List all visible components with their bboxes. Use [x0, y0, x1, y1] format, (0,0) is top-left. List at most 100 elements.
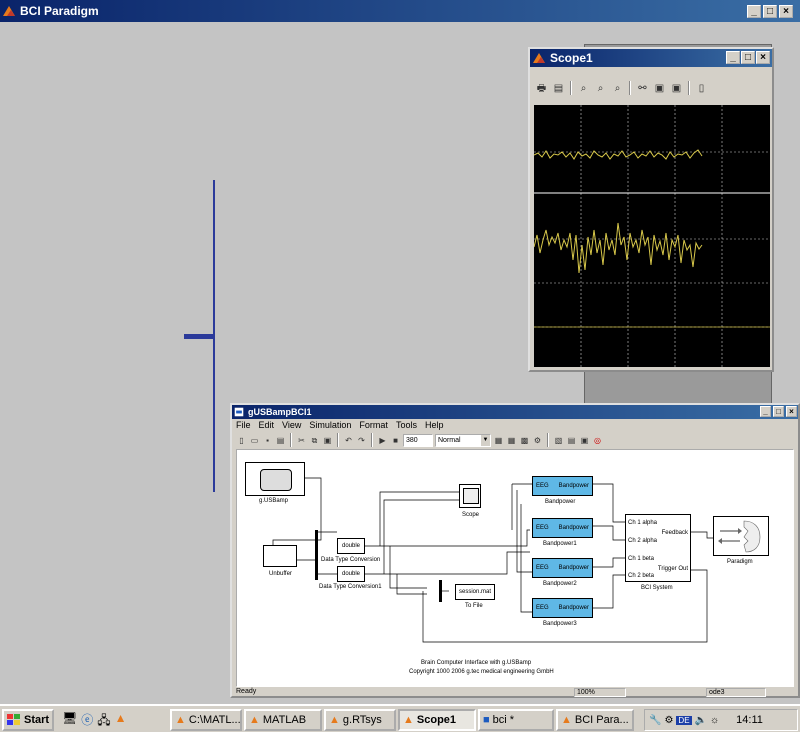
status-bar: Ready 100% ode3 [232, 687, 798, 698]
dtc1-label: Data Type Conversion [321, 557, 381, 563]
network-icon[interactable]: 🖧 [97, 711, 110, 732]
menu-view[interactable]: View [282, 420, 301, 430]
menu-simulation[interactable]: Simulation [309, 420, 351, 430]
simulation-mode-value: Normal [438, 436, 461, 444]
cut-icon[interactable]: ✂ [296, 433, 307, 448]
desktop-icon[interactable]: 🖥 [62, 711, 77, 732]
double-block-1[interactable]: double [337, 538, 365, 554]
paradigm-block[interactable] [713, 516, 769, 556]
explorer-icon[interactable]: ⓔ [81, 711, 93, 732]
simulation-mode-select[interactable]: Normal ▼ [435, 433, 491, 447]
task-scope1[interactable]: ▲ Scope1 [398, 709, 476, 731]
bandpower-label-0: Bandpower [545, 499, 576, 505]
task-cmd[interactable]: ▲ C:\MATL... [170, 709, 242, 731]
taskbar: Start 🖥 ⓔ 🖧 ▲ ▲ C:\MATL... ▲ MATLAB ▲ g.… [0, 704, 800, 732]
task-bci[interactable]: ■ bci * [478, 709, 554, 731]
tray-icon-1[interactable]: 🔧 [649, 715, 661, 726]
undo-icon[interactable]: ↶ [343, 433, 354, 448]
parameters-icon[interactable]: ▤ [551, 81, 566, 96]
scope-minimize-button[interactable]: _ [726, 51, 740, 64]
stop-time-input[interactable]: 380 [403, 433, 433, 447]
double-label-2: double [341, 571, 361, 577]
simulink-minimize-button[interactable]: _ [760, 406, 771, 417]
stop-simulation-icon[interactable]: ■ [390, 433, 401, 448]
simulink-titlebar[interactable]: gUSBampBCI1 [232, 405, 798, 419]
print-icon[interactable]: 🖶 [534, 81, 549, 96]
new-icon[interactable]: ▯ [236, 433, 247, 448]
menu-edit[interactable]: Edit [259, 420, 275, 430]
usbamp-label: g.USBamp [259, 498, 289, 504]
autoscale-icon[interactable]: ⚯ [635, 81, 650, 96]
bandpower-block-2[interactable]: EEG Bandpower [532, 558, 593, 578]
start-button[interactable]: Start [2, 709, 54, 731]
bci-system-block[interactable]: Ch 1 alpha Ch 2 alpha Ch 1 beta Ch 2 bet… [625, 514, 691, 582]
matlab-icon [533, 53, 545, 63]
language-indicator[interactable]: DE [676, 715, 692, 725]
task-bci-label: bci * [492, 714, 515, 726]
bp2-out: Bandpower [558, 565, 589, 571]
model-canvas[interactable]: g.USBamp Unbuffer double Data Type Conve… [236, 449, 794, 687]
zoom-y-icon[interactable]: ⌕ [610, 81, 625, 96]
scope-toolbar: 🖶 ▤ ⌕ ⌕ ⌕ ⚯ ▣ ▣ ▯ [530, 77, 772, 99]
save-icon[interactable]: ▪ [262, 433, 273, 448]
toolbar-separator [371, 433, 373, 447]
bandpower-block-0[interactable]: EEG Bandpower [532, 476, 593, 496]
port-ch1-beta: Ch 1 beta [628, 556, 655, 562]
library-browser-icon[interactable]: ▧ [553, 433, 564, 448]
matlab-icon [3, 6, 15, 16]
paste-icon[interactable]: ▣ [322, 433, 333, 448]
restore-axes-icon[interactable]: ▣ [669, 81, 684, 96]
update-icon[interactable]: ▦ [506, 433, 517, 448]
scope-maximize-button[interactable]: □ [741, 51, 755, 64]
zoom-x-icon[interactable]: ⌕ [593, 81, 608, 96]
redo-icon[interactable]: ↷ [356, 433, 367, 448]
matlab-quicklaunch-icon[interactable]: ▲ [115, 711, 127, 732]
task-paradigm[interactable]: ▲ BCI Para... [556, 709, 634, 731]
bp1-in: EEG [536, 525, 549, 531]
tray-icon-2[interactable]: ⚙ [664, 715, 673, 726]
maximize-button[interactable]: □ [763, 5, 777, 18]
scope-block[interactable] [459, 484, 481, 508]
menu-file[interactable]: File [236, 420, 251, 430]
build-icon[interactable]: ▦ [493, 433, 504, 448]
scope-window: Scope1 _ □ × 🖶 ▤ ⌕ ⌕ ⌕ ⚯ ▣ ▣ ▯ [528, 47, 774, 372]
print-icon[interactable]: ▤ [275, 433, 286, 448]
floating-scope-icon[interactable]: ▯ [694, 81, 709, 96]
volume-icon[interactable]: 🔈 [695, 715, 707, 726]
minimize-button[interactable]: _ [747, 5, 761, 18]
menu-help[interactable]: Help [425, 420, 444, 430]
save-axes-icon[interactable]: ▣ [652, 81, 667, 96]
copy-icon[interactable]: ⧉ [309, 433, 320, 448]
start-simulation-icon[interactable]: ▶ [377, 433, 388, 448]
zoom-icon[interactable]: ⌕ [576, 81, 591, 96]
tofile-block[interactable]: session.mat [455, 584, 495, 600]
file-mux-bar[interactable] [439, 580, 442, 602]
matlab-icon: ▲ [249, 714, 260, 726]
open-icon[interactable]: ▭ [249, 433, 260, 448]
bandpower-block-1[interactable]: EEG Bandpower [532, 518, 593, 538]
menu-format[interactable]: Format [359, 420, 388, 430]
demux-bar[interactable] [315, 530, 318, 580]
bandpower-block-3[interactable]: EEG Bandpower [532, 598, 593, 618]
simulink-maximize-button[interactable]: □ [773, 406, 784, 417]
record-icon[interactable]: ◎ [592, 433, 603, 448]
debug-icon[interactable]: ▣ [579, 433, 590, 448]
usbamp-block[interactable] [245, 462, 305, 496]
double-block-2[interactable]: double [337, 566, 365, 582]
paradigm-titlebar[interactable]: BCI Paradigm [0, 0, 800, 22]
scope-display[interactable] [534, 105, 770, 367]
model-explorer-icon[interactable]: ▤ [566, 433, 577, 448]
task-grtsys[interactable]: ▲ g.RTsys [324, 709, 396, 731]
close-button[interactable]: × [779, 5, 793, 18]
incremental-build-icon[interactable]: ▩ [519, 433, 530, 448]
tray-icon-3[interactable]: ☼ [710, 715, 719, 726]
menu-tools[interactable]: Tools [396, 420, 417, 430]
chevron-down-icon[interactable]: ▼ [481, 434, 490, 446]
paradigm-horizontal-marker [184, 334, 214, 339]
settings-icon[interactable]: ⚙ [532, 433, 543, 448]
unbuffer-block[interactable] [263, 545, 297, 567]
signal-lines [263, 477, 713, 643]
scope-close-button[interactable]: × [756, 51, 770, 64]
task-matlab[interactable]: ▲ MATLAB [244, 709, 322, 731]
simulink-close-button[interactable]: × [786, 406, 797, 417]
